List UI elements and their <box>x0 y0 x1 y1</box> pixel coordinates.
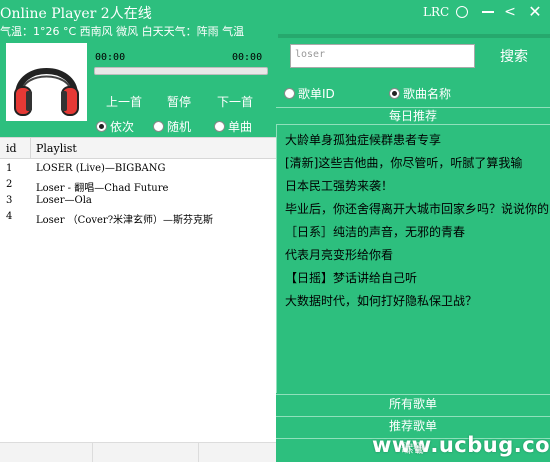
radio-label: 随机 <box>167 120 192 134</box>
table-row[interactable]: 3 Loser—Ola <box>0 194 276 210</box>
radio-label: 单曲 <box>228 120 253 134</box>
status-bar <box>0 442 276 462</box>
next-button[interactable]: 下一首 <box>217 93 253 110</box>
mode-random-radio[interactable]: 随机 <box>153 118 191 135</box>
back-icon[interactable]: < <box>502 3 518 21</box>
radio-dot <box>284 88 295 99</box>
mode-sequential-radio[interactable]: 依次 <box>96 118 134 135</box>
radio-label: 歌单ID <box>298 87 335 101</box>
headphones-icon <box>14 68 79 116</box>
lrc-button[interactable]: LRC <box>423 3 449 21</box>
status-divider <box>198 443 199 462</box>
list-item[interactable]: 代表月亮变形给你看 <box>285 246 393 263</box>
watermark-text: www.ucbug.com <box>372 433 550 457</box>
status-divider <box>92 443 93 462</box>
mode-single-radio[interactable]: 单曲 <box>214 118 252 135</box>
weather-text: 气温：1°26 °C 西南风 微风 白天天气：阵雨 气温 <box>0 25 245 38</box>
row-id: 1 <box>6 163 13 174</box>
time-current: 00:00 <box>95 52 126 63</box>
list-item[interactable]: 【日摇】梦话讲给自己听 <box>285 269 417 286</box>
radio-dot <box>389 88 400 99</box>
album-art <box>6 43 87 121</box>
daily-recommend-header[interactable]: 每日推荐 <box>276 107 550 125</box>
radio-label: 依次 <box>110 120 135 134</box>
search-button[interactable]: 搜索 <box>500 46 528 66</box>
search-input[interactable]: loser <box>290 44 475 68</box>
list-item[interactable]: 大数据时代，如何打好隐私保卫战？ <box>285 292 477 309</box>
row-id: 4 <box>6 211 13 222</box>
row-id: 2 <box>6 179 13 190</box>
radio-dot <box>214 121 225 132</box>
row-name: Loser—Ola <box>36 195 92 206</box>
watermark-sub: 下载 <box>405 446 425 456</box>
column-playlist-header[interactable]: Playlist <box>36 142 77 155</box>
radio-label: 歌曲名称 <box>403 87 452 101</box>
list-item[interactable]: 日本民工强势来袭！ <box>285 177 393 194</box>
title-bar: Online Player 2人在线 LRC < ✕ <box>0 0 550 24</box>
list-item[interactable]: 毕业后，你还舍得离开大城市回家乡吗？说说你的 <box>285 200 549 217</box>
circle-icon[interactable] <box>456 6 468 18</box>
list-item[interactable]: 大龄单身孤独症候群患者专享 <box>285 131 441 148</box>
progress-bar[interactable] <box>94 67 268 75</box>
pause-button[interactable]: 暂停 <box>167 93 191 110</box>
row-name: LOSER (Live)—BIGBANG <box>36 163 166 174</box>
table-row[interactable]: 4 Loser （Cover?米津玄师）—斯芬克斯 <box>0 210 276 226</box>
radio-dot <box>153 121 164 132</box>
time-total: 00:00 <box>232 52 263 63</box>
prev-button[interactable]: 上一首 <box>106 93 142 110</box>
row-name: Loser - 翻唱—Chad Future <box>36 183 169 194</box>
all-playlists-button[interactable]: 所有歌单 <box>276 394 550 414</box>
recommend-list: 大龄单身孤独症候群患者专享 [清新]这些吉他曲，你尽管听，听腻了算我输 日本民工… <box>276 125 550 393</box>
column-divider <box>30 138 31 159</box>
row-id: 3 <box>6 195 13 206</box>
window-title: Online Player 2人在线 <box>0 6 152 22</box>
list-item[interactable]: [清新]这些吉他曲，你尽管听，听腻了算我输 <box>285 154 522 171</box>
close-icon[interactable]: ✕ <box>527 3 543 21</box>
playlist-header: id Playlist <box>0 137 276 159</box>
list-item[interactable]: ［日系］纯洁的声音，无邪的青春 <box>285 223 465 240</box>
table-row[interactable]: 2 Loser - 翻唱—Chad Future <box>0 178 276 194</box>
search-by-name-radio[interactable]: 歌曲名称 <box>389 85 451 102</box>
watermark: www.ucbug.com 下载 <box>372 433 550 457</box>
column-id-header[interactable]: id <box>6 142 17 155</box>
search-by-id-radio[interactable]: 歌单ID <box>284 85 335 102</box>
row-name: Loser （Cover?米津玄师）—斯芬克斯 <box>36 215 214 226</box>
table-row[interactable]: 1 LOSER (Live)—BIGBANG <box>0 162 276 178</box>
radio-dot <box>96 121 107 132</box>
playlist-table: id Playlist 1 LOSER (Live)—BIGBANG 2 Los… <box>0 137 276 462</box>
minimize-icon[interactable] <box>482 11 494 13</box>
weather-divider <box>278 34 550 38</box>
